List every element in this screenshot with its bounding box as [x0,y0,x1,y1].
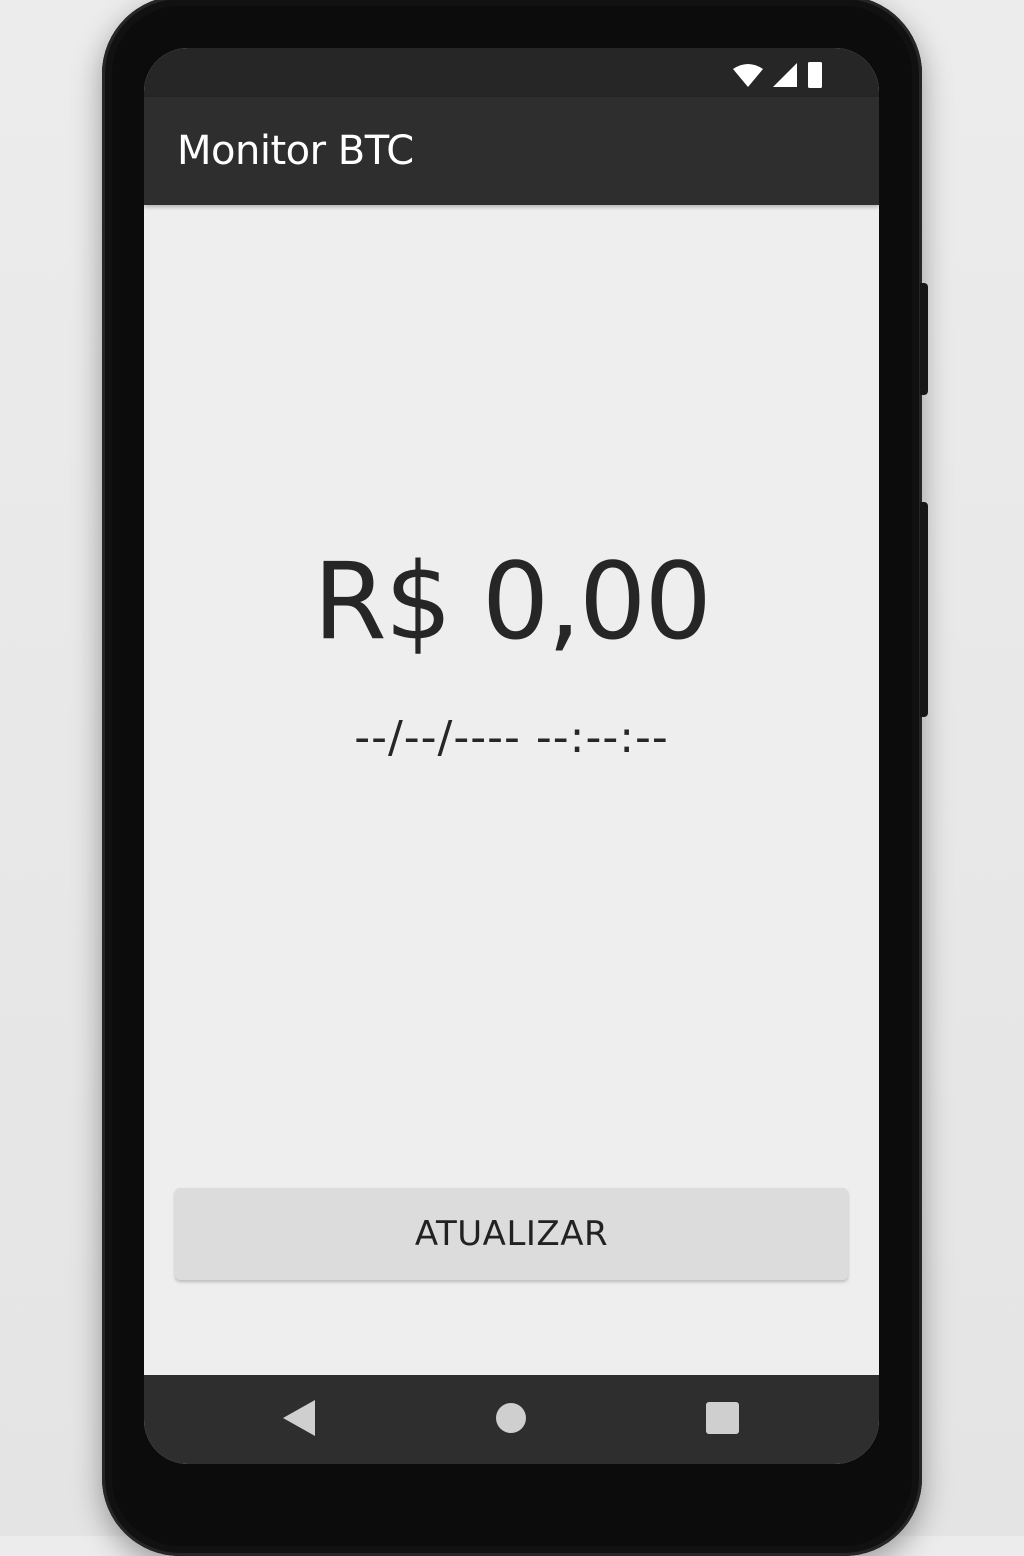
battery-icon [808,62,822,88]
volume-button [920,283,928,395]
status-bar [144,48,879,97]
device-screen: Monitor BTC R$ 0,00 --/--/---- --:--:-- … [144,48,879,1464]
signal-icon [773,63,797,87]
app-title: Monitor BTC [177,128,414,174]
power-button [920,502,928,717]
status-icons [733,62,823,88]
btc-price: R$ 0,00 [313,540,712,663]
refresh-button[interactable]: ATUALIZAR [175,1188,848,1280]
app-bar: Monitor BTC [144,97,879,205]
recents-icon[interactable] [706,1402,739,1434]
home-icon[interactable] [496,1403,526,1433]
last-updated-timestamp: --/--/---- --:--:-- [354,712,669,763]
back-icon[interactable] [283,1400,315,1436]
navigation-bar [144,1375,879,1464]
wifi-icon [733,64,763,87]
